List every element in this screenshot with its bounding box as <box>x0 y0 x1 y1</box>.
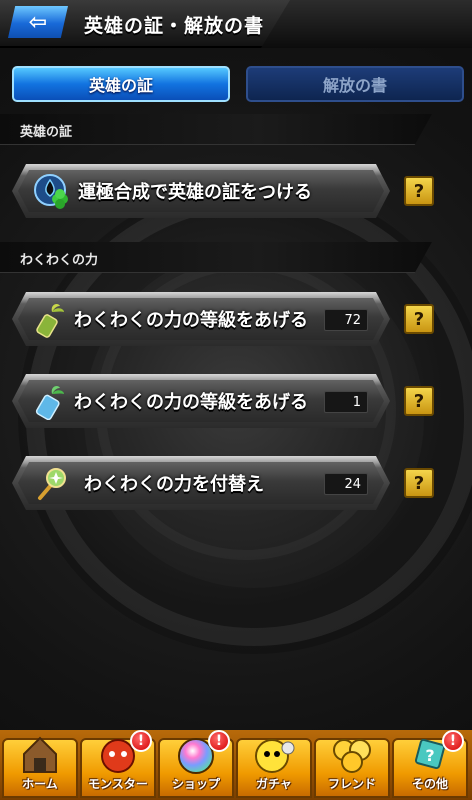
back-button[interactable]: ⇦ <box>8 6 68 38</box>
clover-drop-icon <box>32 172 70 210</box>
section-label: わくわくの力 <box>20 253 99 268</box>
sprout-bottle-large-icon <box>32 382 70 420</box>
upgrade-wakuwaku-large-button[interactable]: わくわくの力の等級をあげる 1 <box>12 374 390 428</box>
magic-wand-icon <box>32 464 70 502</box>
nav-label: ガチャ <box>256 777 292 791</box>
count-display: 24 <box>324 473 368 495</box>
gacha-icon <box>252 734 296 774</box>
nav-label: ホーム <box>22 777 58 791</box>
friends-icon <box>330 734 374 774</box>
section-header-wakuwaku: わくわくの力 <box>0 242 432 273</box>
notification-badge: ! <box>442 730 464 752</box>
nav-shop[interactable]: ! ショップ <box>158 730 234 798</box>
count-display: 72 <box>324 309 368 331</box>
sprout-bottle-small-icon <box>32 300 70 338</box>
nav-gacha[interactable]: ガチャ <box>236 738 312 798</box>
svg-text:?: ? <box>425 746 434 765</box>
page-title: 英雄の証・解放の書 <box>84 15 265 37</box>
help-button[interactable]: ? <box>404 304 434 334</box>
nav-home[interactable]: ホーム <box>2 736 78 798</box>
notification-badge: ! <box>208 730 230 752</box>
nav-friends[interactable]: フレンド <box>314 738 390 798</box>
nav-monster[interactable]: ! モンスター <box>80 730 156 798</box>
help-button[interactable]: ? <box>404 468 434 498</box>
tab-release-book[interactable]: 解放の書 <box>246 66 464 102</box>
count-display: 1 <box>324 391 368 413</box>
back-arrow-icon: ⇦ <box>28 9 48 35</box>
home-icon <box>18 734 62 774</box>
header-bar: ⇦ 英雄の証・解放の書 <box>0 0 472 48</box>
attach-hero-proof-button[interactable]: 運極合成で英雄の証をつける <box>12 164 390 218</box>
nav-label: ショップ <box>171 777 220 791</box>
help-button[interactable]: ? <box>404 176 434 206</box>
help-button[interactable]: ? <box>404 386 434 416</box>
nav-other[interactable]: ? ! その他 <box>392 730 468 798</box>
nav-label: モンスター <box>88 777 148 791</box>
bottom-nav: ホーム ! モンスター ! ショップ ガチャ フレンド ? ! その他 <box>0 730 472 800</box>
replace-wakuwaku-button[interactable]: わくわくの力を付替え 24 <box>12 456 390 510</box>
action-label: わくわくの力の等級をあげる <box>74 392 308 413</box>
nav-label: フレンド <box>327 777 376 791</box>
nav-label: その他 <box>411 777 448 791</box>
action-label: わくわくの力を付替え <box>84 474 264 495</box>
action-label: わくわくの力の等級をあげる <box>74 310 308 331</box>
tab-hero-proof[interactable]: 英雄の証 <box>12 66 230 102</box>
action-label: 運極合成で英雄の証をつける <box>78 182 312 203</box>
section-label: 英雄の証 <box>20 125 73 140</box>
section-header-hero-proof: 英雄の証 <box>0 114 432 145</box>
notification-badge: ! <box>130 730 152 752</box>
upgrade-wakuwaku-button[interactable]: わくわくの力の等級をあげる 72 <box>12 292 390 346</box>
